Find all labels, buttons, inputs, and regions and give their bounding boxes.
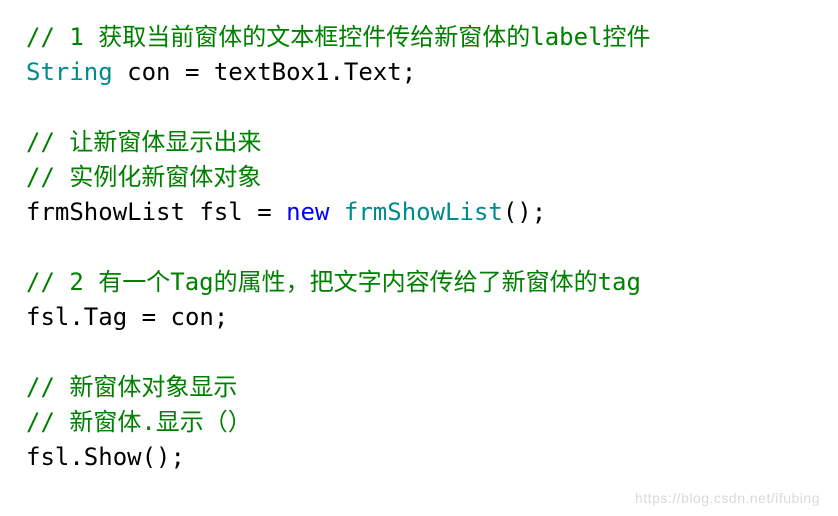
code-type: String — [26, 58, 113, 86]
code-keyword: new — [286, 198, 329, 226]
code-text: con = textBox1.Text; — [113, 58, 416, 86]
code-comment: // 让新窗体显示出来 — [26, 128, 261, 156]
code-text: fsl.Show(); — [26, 443, 185, 471]
code-type: frmShowList — [344, 198, 503, 226]
code-comment: // 新窗体.显示（） — [26, 408, 252, 436]
code-comment: // 新窗体对象显示 — [26, 373, 237, 401]
code-comment: // 实例化新窗体对象 — [26, 163, 261, 191]
code-text: frmShowList fsl = — [26, 198, 286, 226]
code-text — [329, 198, 343, 226]
code-comment: // 2 有一个Tag的属性，把文字内容传给了新窗体的tag — [26, 268, 641, 296]
code-snippet: // 1 获取当前窗体的文本框控件传给新窗体的label控件 String co… — [0, 0, 838, 475]
code-text: (); — [503, 198, 546, 226]
code-comment: // 1 获取当前窗体的文本框控件传给新窗体的label控件 — [26, 23, 651, 51]
code-text: fsl.Tag = con; — [26, 303, 228, 331]
watermark-text: https://blog.csdn.net/ifubing — [635, 490, 820, 506]
